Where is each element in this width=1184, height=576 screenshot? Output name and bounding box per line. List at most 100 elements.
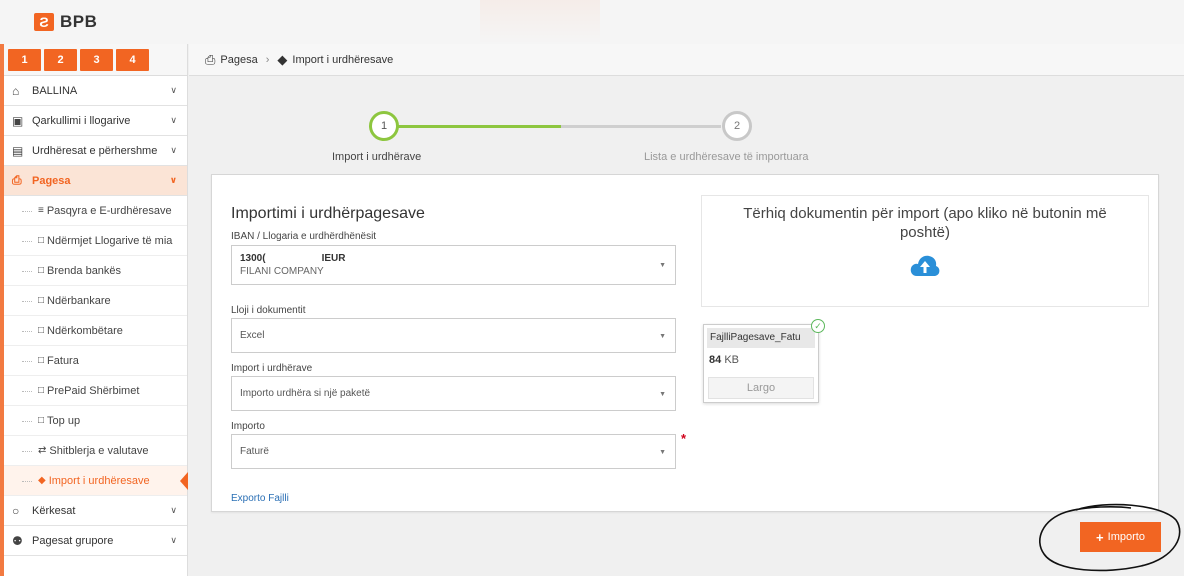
quick-tab-4[interactable]: 4 [116, 48, 149, 71]
dropzone-text: Tërhiq dokumentin për import (apo kliko … [743, 205, 1107, 241]
breadcrumb-separator-icon: › [265, 53, 270, 66]
sidebar-item-urdheresat[interactable]: ▤ Urdhëresat e përhershme ∨ [4, 136, 187, 166]
iban-account-name: FILANI COMPANY [240, 266, 324, 277]
sidebar-item-kerkesat[interactable]: ○ Kërkesat ∨ [4, 496, 187, 526]
import-type-select[interactable]: Importo urdhëra si një paketë ▼ [231, 376, 676, 411]
caret-down-icon: ▼ [659, 448, 666, 456]
sidebar-subitem-prepaid[interactable]: □ PrePaid Shërbimet [4, 376, 187, 406]
logo-mark-icon: Ƨ [34, 13, 54, 31]
wizard-progress-done [389, 125, 561, 128]
wizard-step-1[interactable]: 1 [369, 111, 399, 141]
document-icon: ⎙ [12, 173, 22, 187]
main-content: 1 2 Import i urdhërave Lista e urdhëresa… [189, 77, 1184, 576]
sidebar-subitem-label: Shitblerja e valutave [49, 444, 149, 457]
sidebar-item-pagesat-grupore[interactable]: ⚉ Pagesat grupore ∨ [4, 526, 187, 556]
breadcrumb: ⎙ Pagesa › ◆ Import i urdhëresave [189, 44, 1184, 76]
export-file-link[interactable]: Exporto Fajlli [231, 493, 289, 504]
sidebar-subitem-ndermjet[interactable]: □ Ndërmjet Llogarive të mia [4, 226, 187, 256]
sidebar-subitem-nderbankare[interactable]: □ Ndërbankare [4, 286, 187, 316]
chevron-down-icon: ∨ [170, 85, 177, 95]
annotation-circle [1039, 503, 1181, 572]
sidebar-subitem-brenda[interactable]: □ Brenda bankës [4, 256, 187, 286]
sidebar-item-label: Pagesat grupore [32, 534, 114, 547]
breadcrumb-pagesa[interactable]: Pagesa [220, 54, 257, 66]
file-icon: □ [38, 235, 45, 246]
sidebar-item-qarkullimi[interactable]: ▣ Qarkullimi i llogarive ∨ [4, 106, 187, 136]
sidebar-subitem-fatura[interactable]: □ Fatura [4, 346, 187, 376]
sidebar: 1 2 3 4 ⌂ BALLINA ∨ ▣ Qarkullimi i lloga… [4, 44, 188, 576]
iban-label: IBAN / Llogaria e urdhërdhënësit [231, 231, 377, 242]
file-dropzone[interactable]: Tërhiq dokumentin për import (apo kliko … [701, 195, 1149, 307]
sidebar-subitem-label: Pasqyra e E-urdhëresave [46, 204, 172, 217]
sidebar-subitem-shitblerja[interactable]: ⇄ Shitblerja e valutave [4, 436, 187, 466]
uploaded-file-card: FajlliPagesave_Fatu 84 KB Largo ✓ [703, 319, 825, 403]
form-title: Importimi i urdhërpagesave [231, 205, 425, 222]
sidebar-item-label: Pagesa [32, 174, 71, 187]
importo-select[interactable]: Faturë ▼ [231, 434, 676, 469]
sidebar-subitem-label: PrePaid Shërbimet [47, 384, 140, 397]
wizard-step-2[interactable]: 2 [722, 111, 752, 141]
file-icon: □ [38, 385, 45, 396]
wizard-step-2-label: Lista e urdhëresave të importuara [644, 151, 809, 163]
doc-type-select[interactable]: Excel ▼ [231, 318, 676, 353]
sidebar-item-label: Qarkullimi i llogarive [32, 114, 131, 127]
sidebar-subitem-nderkombetare[interactable]: □ Ndërkombëtare [4, 316, 187, 346]
sidebar-subitem-import[interactable]: ◆ Import i urdhëresave [4, 466, 188, 496]
circle-icon: ○ [12, 503, 20, 518]
sidebar-item-ballina[interactable]: ⌂ BALLINA ∨ [4, 76, 187, 106]
caret-down-icon: ▼ [659, 262, 666, 269]
sidebar-subitem-pasqyra[interactable]: ≡ Pasqyra e E-urdhëresave [4, 196, 187, 226]
logo-text: BPB [60, 12, 98, 31]
import-form-card: Importimi i urdhërpagesave IBAN / Llogar… [211, 174, 1159, 512]
sidebar-subitem-topup[interactable]: □ Top up [4, 406, 187, 436]
money-icon: ▣ [12, 113, 24, 128]
chevron-down-icon: ∨ [170, 145, 177, 155]
required-indicator: * [681, 431, 687, 446]
file-name: FajlliPagesave_Fatu [707, 328, 815, 348]
quick-tab-1[interactable]: 1 [8, 48, 41, 71]
bank-logo[interactable]: Ƨ BPB [34, 12, 97, 32]
sidebar-item-pagesa[interactable]: ⎙ Pagesa ∨ [4, 166, 187, 196]
check-icon: ✓ [811, 319, 825, 333]
document-icon: ⎙ [205, 51, 216, 67]
chevron-down-icon: ∨ [170, 115, 177, 125]
sidebar-subitem-label: Ndërbankare [47, 294, 111, 307]
importo-label: Importo [231, 421, 265, 432]
caret-down-icon: ▼ [659, 332, 666, 340]
sidebar-subitem-label: Brenda bankës [47, 264, 122, 277]
wizard-step-1-label: Import i urdhërave [332, 151, 422, 163]
file-size-unit: KB [724, 354, 739, 366]
iban-number: 1300( [240, 253, 266, 264]
list-icon: ▤ [12, 143, 24, 158]
quick-tab-2[interactable]: 2 [44, 48, 77, 71]
box-icon: ◆ [277, 51, 288, 67]
box-icon: ◆ [38, 475, 46, 486]
chevron-down-icon: ∨ [169, 175, 177, 185]
wizard-steps: 1 2 Import i urdhërave Lista e urdhëresa… [189, 77, 1184, 173]
cloud-upload-icon [910, 255, 940, 276]
list-icon: ≡ [38, 205, 44, 216]
file-size-value: 84 [709, 354, 722, 366]
remove-file-button[interactable]: Largo [708, 377, 814, 399]
chevron-down-icon: ∨ [170, 535, 177, 545]
sidebar-subitem-label: Ndërmjet Llogarive të mia [47, 234, 173, 247]
caret-down-icon: ▼ [659, 390, 666, 398]
doc-type-value: Excel [240, 330, 265, 341]
sidebar-item-label: Kërkesat [32, 504, 76, 517]
file-size: 84 KB [709, 354, 818, 366]
iban-select[interactable]: 1300( IEUR FILANI COMPANY ▼ [231, 245, 676, 285]
file-icon: □ [38, 355, 45, 366]
wizard-progress-pending [561, 125, 721, 128]
home-icon: ⌂ [12, 83, 20, 98]
iban-currency: IEUR [321, 253, 346, 264]
import-type-value: Importo urdhëra si një paketë [240, 388, 371, 399]
sidebar-subitem-label: Import i urdhëresave [48, 474, 150, 487]
file-icon: □ [38, 265, 45, 276]
breadcrumb-import: Import i urdhëresave [292, 53, 394, 66]
quick-tab-3[interactable]: 3 [80, 48, 113, 71]
sidebar-item-label: Urdhëresat e përhershme [32, 144, 158, 157]
file-icon: □ [38, 325, 45, 336]
sidebar-subitem-label: Top up [47, 414, 81, 427]
import-type-label: Import i urdhërave [231, 363, 313, 374]
sidebar-subitem-label: Fatura [47, 354, 79, 367]
